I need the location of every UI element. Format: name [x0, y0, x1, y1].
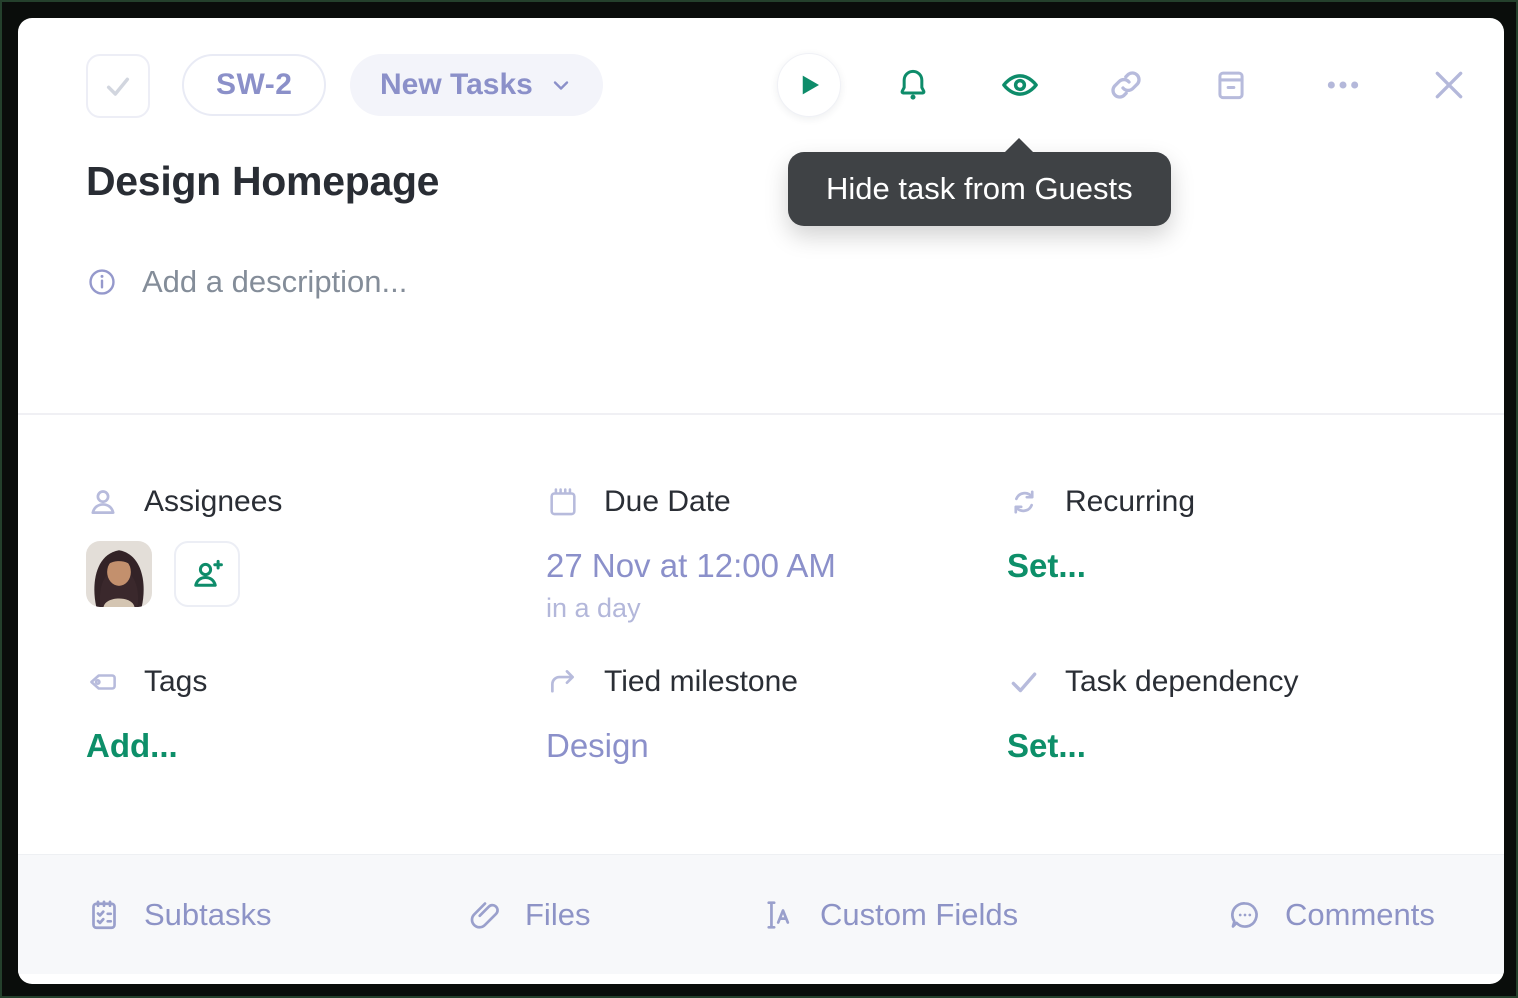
repeat-cycle-icon — [1007, 485, 1041, 519]
comments-label: Comments — [1285, 897, 1435, 933]
tooltip-arrow — [1004, 138, 1034, 153]
task-title[interactable]: Design Homepage — [86, 158, 439, 205]
field-due-date: Due Date 27 Nov at 12:00 AM in a day — [546, 485, 986, 624]
due-date-label: Due Date — [604, 485, 731, 519]
tab-files[interactable]: Files — [467, 855, 590, 975]
due-date-value[interactable]: 27 Nov at 12:00 AM — [546, 547, 986, 585]
assignee-avatar[interactable] — [86, 541, 152, 607]
task-id-label: SW-2 — [216, 68, 292, 102]
eye-icon — [999, 64, 1041, 106]
field-tags: Tags Add... — [86, 665, 526, 765]
task-id-badge[interactable]: SW-2 — [182, 54, 326, 116]
field-task-dependency: Task dependency Set... — [1007, 665, 1447, 765]
link-icon — [1106, 65, 1146, 105]
mark-complete-button[interactable] — [86, 54, 150, 118]
checklist-clipboard-icon — [86, 897, 122, 933]
field-tied-milestone: Tied milestone Design — [546, 665, 986, 765]
subtasks-label: Subtasks — [144, 897, 272, 933]
archive-button[interactable] — [1209, 63, 1253, 107]
description-field[interactable]: Add a description... — [86, 264, 407, 300]
chevron-down-icon — [549, 73, 573, 97]
recurring-set-link[interactable]: Set... — [1007, 547, 1447, 585]
bottom-tab-bar: Subtasks Files Custom Fields Comments — [18, 854, 1504, 974]
tags-add-link[interactable]: Add... — [86, 727, 526, 765]
more-options-button[interactable] — [1321, 63, 1365, 107]
bell-icon — [893, 65, 933, 105]
tab-custom-fields[interactable]: Custom Fields — [762, 855, 1018, 975]
archive-box-icon — [1212, 66, 1250, 104]
task-detail-modal: SW-2 New Tasks Hide task from Guests Des… — [18, 18, 1504, 984]
recurring-label: Recurring — [1065, 485, 1195, 519]
tag-icon — [86, 665, 120, 699]
close-icon — [1429, 65, 1469, 105]
description-placeholder: Add a description... — [142, 264, 407, 300]
avatar-image — [86, 541, 152, 607]
tooltip: Hide task from Guests — [788, 152, 1171, 226]
tab-subtasks[interactable]: Subtasks — [86, 855, 272, 975]
field-assignees: Assignees — [86, 485, 526, 607]
tooltip-text: Hide task from Guests — [826, 171, 1133, 206]
tied-milestone-label: Tied milestone — [604, 665, 798, 699]
files-label: Files — [525, 897, 590, 933]
calendar-icon — [546, 485, 580, 519]
check-icon — [102, 70, 134, 102]
person-icon — [86, 485, 120, 519]
start-timer-button[interactable] — [777, 53, 841, 117]
field-recurring: Recurring Set... — [1007, 485, 1447, 585]
copy-link-button[interactable] — [1104, 63, 1148, 107]
screenshot-frame: SW-2 New Tasks Hide task from Guests Des… — [0, 0, 1518, 998]
play-icon — [794, 70, 824, 100]
custom-fields-label: Custom Fields — [820, 897, 1018, 933]
curved-arrow-right-icon — [546, 665, 580, 699]
checkmark-icon — [1007, 665, 1041, 699]
section-divider — [18, 413, 1504, 415]
assignees-label: Assignees — [144, 485, 282, 519]
notifications-button[interactable] — [891, 63, 935, 107]
info-icon — [86, 266, 118, 298]
tab-comments[interactable]: Comments — [1227, 855, 1435, 975]
chat-bubble-dots-icon — [1227, 897, 1263, 933]
ellipsis-icon — [1323, 65, 1363, 105]
task-dependency-label: Task dependency — [1065, 665, 1299, 699]
text-cursor-a-icon — [762, 897, 798, 933]
person-plus-icon — [189, 556, 225, 592]
tied-milestone-value[interactable]: Design — [546, 727, 986, 765]
status-label: New Tasks — [380, 68, 533, 102]
watch-button[interactable] — [998, 63, 1042, 107]
add-assignee-button[interactable] — [174, 541, 240, 607]
close-button[interactable] — [1427, 63, 1471, 107]
due-date-relative: in a day — [546, 593, 986, 624]
paperclip-icon — [467, 897, 503, 933]
tags-label: Tags — [144, 665, 207, 699]
task-dependency-set-link[interactable]: Set... — [1007, 727, 1447, 765]
status-dropdown[interactable]: New Tasks — [350, 54, 603, 116]
